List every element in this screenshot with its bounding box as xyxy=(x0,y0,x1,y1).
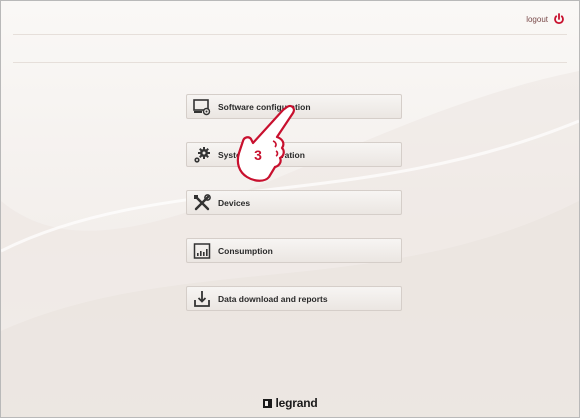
data-download-label: Data download and reports xyxy=(218,293,328,304)
app-window: logout Software configuration System Dev… xyxy=(0,0,580,418)
gears-icon xyxy=(194,146,210,163)
devices-label: Devices xyxy=(218,197,251,208)
brand-mark-icon xyxy=(262,398,272,408)
logout-button[interactable]: logout xyxy=(526,13,565,25)
brand-logo: legrand xyxy=(1,396,579,410)
devices-button[interactable]: Devices xyxy=(186,190,402,215)
header-divider-lower xyxy=(13,62,567,63)
data-download-button[interactable]: Data download and reports xyxy=(186,286,402,311)
step-number: 3 xyxy=(254,147,262,163)
brand-name: legrand xyxy=(275,396,318,410)
power-icon xyxy=(554,13,564,25)
pointing-hand-icon: 3 xyxy=(236,104,295,182)
header-divider xyxy=(13,34,567,35)
bar-chart-icon xyxy=(193,242,211,259)
consumption-label: Consumption xyxy=(218,245,273,256)
download-tray-icon xyxy=(194,290,210,307)
consumption-button[interactable]: Consumption xyxy=(186,238,402,263)
monitor-gear-icon xyxy=(193,98,211,115)
logout-label: logout xyxy=(526,14,548,24)
tools-icon xyxy=(194,193,211,210)
